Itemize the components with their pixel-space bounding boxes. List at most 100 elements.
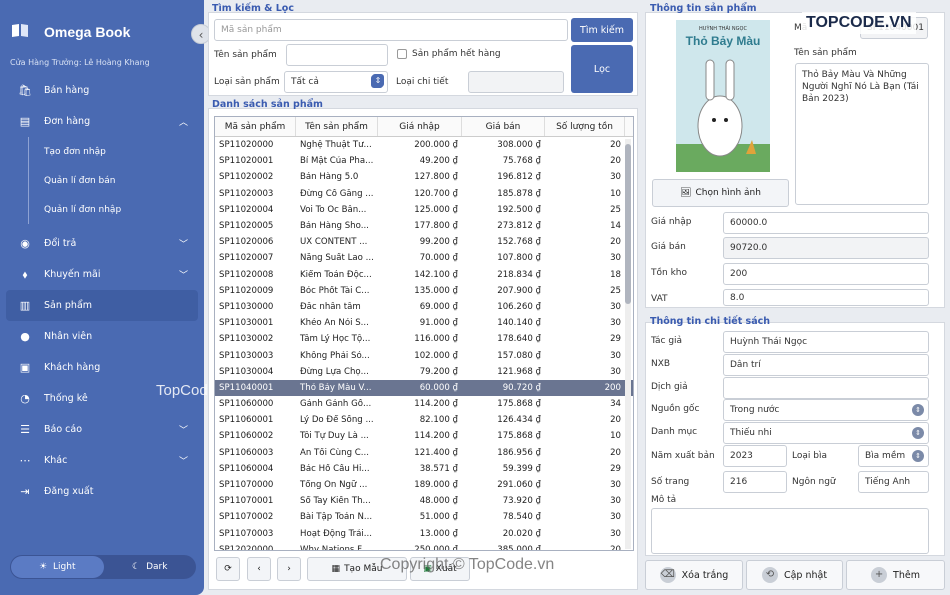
light-theme-button[interactable]: ☀ Light: [11, 556, 104, 578]
table-cell: SP11060002: [219, 431, 274, 442]
table-row[interactable]: SP11070002 Bài Tập Toán N... 51.000 ₫ 78.54…: [215, 509, 633, 525]
table-row[interactable]: SP11060004 Bác Hồ Cầu Hi... 38.571 ₫ 59.399…: [215, 461, 633, 477]
product-code-input[interactable]: Mã sản phẩm: [214, 19, 568, 41]
table-row[interactable]: SP12020000 Why Nations F... 250.000 ₫ 385.0…: [215, 542, 633, 550]
table-row[interactable]: SP11020004 Voi To Óc Bân... 125.000 ₫ 192.5…: [215, 202, 633, 218]
table-row[interactable]: SP11070000 Tổng Ôn Ngữ ... 189.000 ₫ 291.06…: [215, 477, 633, 493]
table-cell: SP11020009: [219, 285, 274, 296]
table-row[interactable]: SP11020002 Bán Hàng 5.0 127.800 ₫ 196.812 ₫…: [215, 169, 633, 185]
origin-select[interactable]: Trong nước: [723, 399, 929, 421]
table-row[interactable]: SP11060000 Gánh Gánh Gồ... 114.200 ₫ 175.86…: [215, 396, 633, 412]
sidebar-subitem-quan-li-don-nhap[interactable]: Quản lí đơn nhập: [0, 195, 204, 224]
col-header-name[interactable]: Tên sản phẩm: [296, 117, 378, 136]
cover-type-select[interactable]: Bìa mềm: [858, 445, 929, 467]
table-cell: 121.968 ₫: [497, 366, 541, 377]
scrollbar-thumb[interactable]: [625, 144, 631, 304]
table-row[interactable]: SP11070003 Hoạt Động Trải... 13.000 ₫ 20.02…: [215, 526, 633, 542]
product-type-select[interactable]: Tất cả: [284, 71, 388, 93]
table-row[interactable]: SP11020003 Đừng Cố Gắng ... 120.700 ₫ 185.8…: [215, 186, 633, 202]
table-row[interactable]: SP11020000 Nghệ Thuật Tư... 200.000 ₫ 308.0…: [215, 137, 633, 153]
table-cell: 218.834 ₫: [497, 269, 541, 280]
col-header-stock[interactable]: Số lượng tồn: [545, 117, 625, 136]
table-row[interactable]: SP11060003 Ăn Tối Cùng C... 121.400 ₫ 186.9…: [215, 445, 633, 461]
sidebar-item-khac[interactable]: ⋯ Khác ﹀: [0, 445, 204, 476]
table-row[interactable]: SP11020007 Năng Suất Lao ... 70.000 ₫ 107.8…: [215, 250, 633, 266]
sale-price-field[interactable]: 90720.0: [723, 237, 929, 259]
sidebar-item-don-hang[interactable]: ▤ Đơn hàng ︿: [0, 106, 204, 137]
table-cell: 20: [610, 415, 621, 426]
import-price-field[interactable]: 60000.0: [723, 212, 929, 234]
publisher-field[interactable]: Dân trí: [723, 354, 929, 376]
clear-button[interactable]: ⌫ Xóa trắng: [645, 560, 743, 590]
table-row[interactable]: SP11020001 Bí Mật Của Pha... 49.200 ₫ 75.76…: [215, 153, 633, 169]
plus-icon: +: [871, 567, 888, 583]
language-field[interactable]: Tiếng Anh: [858, 471, 929, 493]
table-cell: SP11020005: [219, 221, 274, 232]
table-cell: 30: [610, 480, 621, 491]
sidebar-item-khuyen-mai[interactable]: ⬧ Khuyến mãi ﹀: [0, 259, 204, 290]
table-row[interactable]: SP11030002 Tâm Lý Học Tộ... 116.000 ₫ 178.6…: [215, 331, 633, 347]
table-row[interactable]: SP11060001 Lý Do Để Sống ... 82.100 ₫ 126.4…: [215, 412, 633, 428]
next-page-button[interactable]: ›: [277, 557, 301, 581]
table-scrollbar[interactable]: [625, 139, 631, 549]
col-header-import-price[interactable]: Giá nhập: [378, 117, 462, 136]
sidebar-item-ban-hang[interactable]: 🛍 Bán hàng: [0, 75, 204, 106]
chevron-left-icon: ‹: [257, 564, 261, 574]
col-header-code[interactable]: Mã sản phẩm: [215, 117, 296, 136]
author-field[interactable]: Huỳnh Thái Ngọc: [723, 331, 929, 353]
sidebar-item-bao-cao[interactable]: ☰ Báo cáo ﹀: [0, 414, 204, 445]
out-of-stock-checkbox[interactable]: [397, 49, 407, 59]
dark-theme-button[interactable]: ☾ Dark: [104, 556, 197, 578]
sidebar-item-nhan-vien[interactable]: ● Nhân viên: [0, 321, 204, 352]
table-row[interactable]: SP11030000 Đắc nhân tâm 69.000 ₫ 106.260 ₫ 3…: [215, 299, 633, 315]
copyright-watermark: Copyright © TopCode.vn: [380, 556, 555, 573]
product-name-input[interactable]: [286, 44, 388, 66]
pie-icon: ◔: [20, 392, 30, 405]
sidebar-subitem-quan-li-don-ban[interactable]: Quản lí đơn bán: [0, 166, 204, 195]
search-filter-title: Tìm kiếm & Lọc: [212, 3, 294, 14]
table-row[interactable]: SP11030001 Khéo Ăn Nói S... 91.000 ₫ 140.14…: [215, 315, 633, 331]
table-row[interactable]: SP11060002 Tôi Tự Duy Là ... 114.200 ₫ 175.…: [215, 428, 633, 444]
table-cell: Tôi Tự Duy Là ...: [300, 431, 369, 442]
sidebar-subitem-tao-don-nhap[interactable]: Tạo đơn nhập: [0, 137, 204, 166]
prev-page-button[interactable]: ‹: [247, 557, 271, 581]
product-info-title: Thông tin sản phẩm: [650, 3, 757, 14]
table-cell: 49.200 ₫: [419, 156, 458, 167]
logout-icon: ⇥: [20, 485, 30, 498]
stock-field[interactable]: 200: [723, 263, 929, 285]
detail-type-select[interactable]: [468, 71, 564, 93]
product-name-textarea[interactable]: Thỏ Bảy Màu Và Những Người Nghĩ Nó Là Bạ…: [795, 63, 929, 205]
sidebar-item-khach-hang[interactable]: ▣ Khách hàng: [0, 352, 204, 383]
table-row[interactable]: SP11070001 Sổ Tay Kiến Th... 48.000 ₫ 73.92…: [215, 493, 633, 509]
table-cell: 192.500 ₫: [497, 204, 541, 215]
table-row[interactable]: SP11020005 Bán Hàng Sho... 177.800 ₫ 273.81…: [215, 218, 633, 234]
sidebar-item-dang-xuat[interactable]: ⇥ Đăng xuất: [0, 476, 204, 507]
sidebar-item-san-pham[interactable]: ▥ Sản phẩm: [6, 290, 198, 321]
table-header: Mã sản phẩm Tên sản phẩm Giá nhập Giá bá…: [215, 117, 633, 137]
table-row[interactable]: SP11020006 UX CONTENT ... 99.200 ₫ 152.768 …: [215, 234, 633, 250]
col-header-sale-price[interactable]: Giá bán: [462, 117, 545, 136]
description-textarea[interactable]: [651, 508, 929, 554]
table-row[interactable]: SP11020009 Bóc Phốt Tài C... 135.000 ₫ 207.…: [215, 283, 633, 299]
year-field[interactable]: 2023: [723, 445, 787, 467]
filter-button[interactable]: Lọc: [571, 45, 633, 93]
table-row[interactable]: SP11040001 Thỏ Bảy Màu V... 60.000 ₫ 90.720…: [215, 379, 633, 396]
choose-image-button[interactable]: 🖼 Chọn hình ảnh: [652, 179, 789, 207]
translator-field[interactable]: [723, 377, 929, 399]
add-button[interactable]: + Thêm: [846, 560, 945, 590]
category-select[interactable]: Thiếu nhi: [723, 422, 929, 444]
user-icon: ●: [20, 330, 30, 343]
search-button[interactable]: Tìm kiếm: [571, 18, 633, 42]
table-row[interactable]: SP11020008 Kiểm Toán Độc... 142.100 ₫ 218.8…: [215, 267, 633, 283]
update-button[interactable]: ⟲ Cập nhật: [746, 560, 843, 590]
pages-field[interactable]: 216: [723, 471, 787, 493]
table-cell: 30: [610, 301, 621, 312]
vat-field[interactable]: 8.0: [723, 289, 929, 306]
sidebar-item-doi-tra[interactable]: ◉ Đổi trả ﹀: [0, 228, 204, 259]
table-cell: 107.800 ₫: [497, 253, 541, 264]
table-cell: 157.080 ₫: [497, 350, 541, 361]
refresh-button[interactable]: ⟳: [216, 557, 240, 581]
table-row[interactable]: SP11030004 Đừng Lựa Chọ... 79.200 ₫ 121.968…: [215, 364, 633, 380]
table-row[interactable]: SP11030003 Không Phải Só... 102.000 ₫ 157.0…: [215, 347, 633, 363]
table-cell: SP11030001: [219, 318, 274, 329]
